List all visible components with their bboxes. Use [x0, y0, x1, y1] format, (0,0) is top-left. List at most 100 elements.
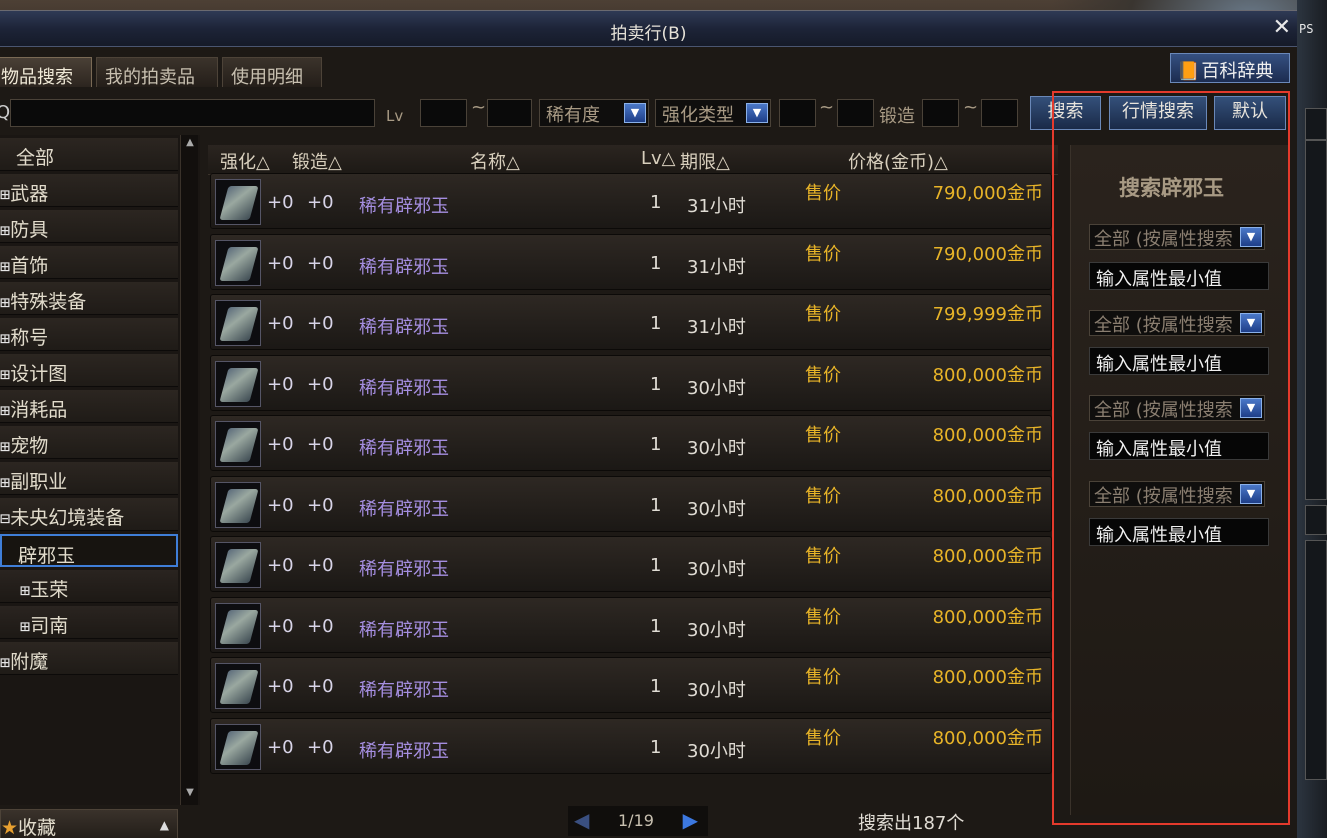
item-icon[interactable]: [215, 724, 261, 770]
favorites-bar[interactable]: ★收藏 ▲: [0, 809, 178, 838]
cell-expiry: 30小时: [687, 559, 746, 580]
encyclopedia-label: 百科辞典: [1201, 61, 1274, 82]
encyclopedia-button[interactable]: 📙 百科辞典: [1170, 53, 1290, 83]
category-item-weapon[interactable]: ⊞武器: [0, 174, 178, 207]
attribute-min-input[interactable]: 输入属性最小值: [1089, 432, 1269, 460]
cell-price: 800,000金币: [932, 486, 1043, 507]
cell-lv: 1: [650, 495, 662, 516]
item-icon[interactable]: [215, 663, 261, 709]
item-icon[interactable]: [215, 361, 261, 407]
expand-icon: ⊞: [0, 185, 11, 205]
cell-expiry: 31小时: [687, 196, 746, 217]
attribute-dropdown[interactable]: 全部 (按属性搜索 ▼: [1089, 224, 1265, 250]
table-row[interactable]: +0 +0 稀有辟邪玉 1 30小时 售价 800,000金币: [210, 355, 1052, 411]
titlebar: 拍卖行(B) ✕: [0, 11, 1297, 47]
category-item-yurong[interactable]: ⊞玉荣: [0, 570, 178, 603]
prev-page-icon[interactable]: ◀: [574, 808, 589, 832]
category-item-bixie-jade[interactable]: 辟邪玉: [0, 534, 178, 567]
category-scrollbar[interactable]: ▲ ▼: [180, 135, 198, 805]
hud-slot: [1305, 108, 1327, 140]
cell-forge: +0: [307, 374, 334, 395]
cell-expiry: 30小时: [687, 620, 746, 641]
category-item-enchant[interactable]: ⊞附魔: [0, 642, 178, 675]
lv-max-input[interactable]: [487, 99, 532, 127]
table-row[interactable]: +0 +0 稀有辟邪玉 1 30小时 售价 800,000金币: [210, 657, 1052, 713]
table-row[interactable]: +0 +0 稀有辟邪玉 1 30小时 售价 800,000金币: [210, 718, 1052, 774]
item-icon[interactable]: [215, 300, 261, 346]
table-row[interactable]: +0 +0 稀有辟邪玉 1 30小时 售价 800,000金币: [210, 536, 1052, 592]
jade-icon: [219, 307, 259, 341]
jade-icon: [219, 489, 259, 523]
attribute-min-input[interactable]: 输入属性最小值: [1089, 347, 1269, 375]
attribute-dropdown[interactable]: 全部 (按属性搜索 ▼: [1089, 395, 1265, 421]
chevron-down-icon: ▼: [1240, 313, 1262, 333]
scroll-up-icon[interactable]: ▲: [181, 137, 199, 153]
next-page-icon[interactable]: ▶: [683, 808, 698, 832]
attribute-dropdown[interactable]: 全部 (按属性搜索 ▼: [1089, 481, 1265, 507]
keyword-input[interactable]: [10, 99, 375, 127]
category-item-sub-profession[interactable]: ⊞副职业: [0, 462, 178, 495]
cell-name: 稀有辟邪玉: [359, 680, 449, 701]
cell-enhance: +0: [267, 434, 294, 455]
column-name[interactable]: 名称△: [470, 148, 520, 174]
jade-icon: [219, 186, 259, 220]
cell-enhance: +0: [267, 555, 294, 576]
category-label: 消耗品: [10, 399, 68, 421]
item-icon[interactable]: [215, 179, 261, 225]
category-item-armor[interactable]: ⊞防具: [0, 210, 178, 243]
table-row[interactable]: +0 +0 稀有辟邪玉 1 30小时 售价 800,000金币: [210, 415, 1052, 471]
attribute-dropdown[interactable]: 全部 (按属性搜索 ▼: [1089, 310, 1265, 336]
rarity-value: 稀有度: [546, 105, 600, 126]
enhance-max-input[interactable]: [837, 99, 874, 127]
forge-min-input[interactable]: [922, 99, 959, 127]
category-item-all[interactable]: 全部: [0, 138, 178, 171]
rarity-dropdown[interactable]: 稀有度 ▼: [539, 99, 649, 127]
search-button[interactable]: 搜索: [1030, 96, 1101, 130]
column-enhance[interactable]: 强化△: [220, 148, 270, 174]
favorites-label: 收藏: [18, 817, 57, 838]
expand-icon: ⊞: [0, 365, 11, 385]
column-forge[interactable]: 锻造△: [292, 148, 342, 174]
column-price[interactable]: 价格(金币)△: [848, 148, 948, 174]
table-row[interactable]: +0 +0 稀有辟邪玉 1 31小时 售价 790,000金币: [210, 173, 1052, 229]
item-icon[interactable]: [215, 482, 261, 528]
cell-lv: 1: [650, 434, 662, 455]
attribute-min-input[interactable]: 输入属性最小值: [1089, 518, 1269, 546]
scroll-down-icon[interactable]: ▼: [181, 787, 199, 803]
cell-forge: +0: [307, 253, 334, 274]
cell-name: 稀有辟邪玉: [359, 559, 449, 580]
enhance-min-input[interactable]: [779, 99, 816, 127]
table-row[interactable]: +0 +0 稀有辟邪玉 1 31小时 售价 799,999金币: [210, 294, 1052, 350]
enhance-type-dropdown[interactable]: 强化类型 ▼: [655, 99, 771, 127]
item-icon[interactable]: [215, 542, 261, 588]
lv-min-input[interactable]: [420, 99, 467, 127]
category-item-weiyang-equipment[interactable]: ⊟未央幻境装备: [0, 498, 178, 531]
tab-usage-details[interactable]: 使用明细: [222, 57, 322, 88]
category-item-consumable[interactable]: ⊞消耗品: [0, 390, 178, 423]
category-label: 首饰: [10, 255, 49, 277]
default-button[interactable]: 默认: [1214, 96, 1286, 130]
market-search-button[interactable]: 行情搜索: [1109, 96, 1207, 130]
category-item-title[interactable]: ⊞称号: [0, 318, 178, 351]
tab-my-auctions[interactable]: 我的拍卖品: [96, 57, 218, 88]
tab-item-search[interactable]: 物品搜索: [0, 57, 92, 88]
jade-icon: [219, 731, 259, 765]
category-item-special-equipment[interactable]: ⊞特殊装备: [0, 282, 178, 315]
category-item-blueprint[interactable]: ⊞设计图: [0, 354, 178, 387]
table-row[interactable]: +0 +0 稀有辟邪玉 1 30小时 售价 800,000金币: [210, 597, 1052, 653]
category-label: 设计图: [10, 363, 68, 385]
category-item-accessory[interactable]: ⊞首饰: [0, 246, 178, 279]
expand-icon: ⊞: [0, 257, 11, 277]
table-row[interactable]: +0 +0 稀有辟邪玉 1 30小时 售价 800,000金币: [210, 476, 1052, 532]
close-icon[interactable]: ✕: [1273, 15, 1291, 40]
column-lv[interactable]: Lv△: [641, 148, 676, 169]
forge-max-input[interactable]: [981, 99, 1018, 127]
attribute-min-input[interactable]: 输入属性最小值: [1089, 262, 1269, 290]
column-expiry[interactable]: 期限△: [680, 148, 730, 174]
item-icon[interactable]: [215, 421, 261, 467]
item-icon[interactable]: [215, 240, 261, 286]
category-item-pet[interactable]: ⊞宠物: [0, 426, 178, 459]
item-icon[interactable]: [215, 603, 261, 649]
table-row[interactable]: +0 +0 稀有辟邪玉 1 31小时 售价 790,000金币: [210, 234, 1052, 290]
category-item-sinan[interactable]: ⊞司南: [0, 606, 178, 639]
